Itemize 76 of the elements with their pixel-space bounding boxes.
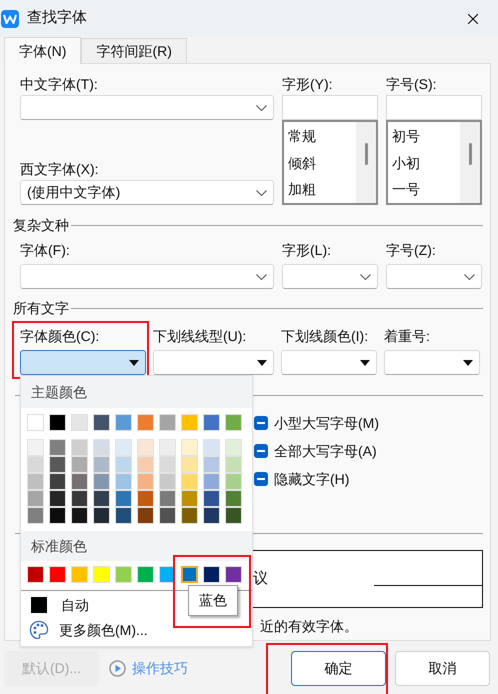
field-label: 字体(F): bbox=[20, 240, 70, 260]
dropdown-arrow-icon bbox=[360, 360, 370, 366]
color-swatch[interactable] bbox=[49, 566, 66, 583]
color-swatch[interactable] bbox=[27, 566, 44, 583]
color-swatch[interactable] bbox=[115, 414, 132, 431]
color-swatch[interactable] bbox=[93, 414, 110, 431]
color-swatch[interactable] bbox=[181, 566, 198, 583]
color-swatch[interactable] bbox=[71, 566, 88, 583]
tooltip: 蓝色 bbox=[188, 585, 238, 616]
section-title: 复杂文种 bbox=[13, 216, 69, 234]
note-text: 近的有效字体。 bbox=[260, 616, 358, 636]
popup-section-title: 标准颜色 bbox=[31, 536, 87, 556]
color-swatch[interactable] bbox=[159, 414, 176, 431]
list-item[interactable]: 初号 bbox=[391, 123, 460, 150]
checkbox-label: 隐藏文字(H) bbox=[274, 470, 350, 489]
checkbox-label: 小型大写字母(M) bbox=[274, 414, 379, 433]
field-label: 西文字体(X): bbox=[20, 160, 99, 179]
color-swatch[interactable] bbox=[225, 414, 242, 431]
field-label: 着重号: bbox=[384, 326, 430, 346]
color-swatch[interactable] bbox=[31, 597, 47, 613]
text-field[interactable] bbox=[282, 95, 378, 120]
list-item[interactable]: 一号 bbox=[391, 176, 460, 204]
list-item[interactable]: 倾斜 bbox=[287, 150, 356, 176]
color-swatch[interactable] bbox=[93, 566, 110, 583]
field-label: 下划线颜色(I): bbox=[281, 326, 368, 346]
list-item[interactable]: 常规 bbox=[287, 123, 356, 150]
section-title: 所有文字 bbox=[13, 298, 69, 318]
chevron-down-icon bbox=[464, 274, 475, 280]
list-item[interactable]: 小初 bbox=[391, 150, 460, 176]
field-label: 字形(Y): bbox=[282, 74, 333, 94]
dialog-button[interactable]: 取消 bbox=[395, 650, 490, 686]
dropdown-field[interactable] bbox=[20, 350, 146, 375]
field-label: 字号(Z): bbox=[386, 240, 436, 260]
dropdown-arrow-icon bbox=[463, 360, 473, 366]
chevron-down-icon bbox=[256, 190, 267, 196]
list-item[interactable]: 加粗 bbox=[287, 176, 356, 204]
preview-text: 议 bbox=[253, 568, 268, 589]
field-label: 字体颜色(C): bbox=[20, 326, 100, 346]
text-field[interactable] bbox=[386, 95, 482, 120]
palette-icon bbox=[29, 620, 49, 640]
checkbox[interactable] bbox=[254, 472, 268, 486]
field-label: 字号(S): bbox=[386, 74, 437, 94]
dropdown-field[interactable]: (使用中文字体) bbox=[20, 180, 274, 205]
window-title: 查找字体 bbox=[27, 8, 87, 28]
chevron-down-icon bbox=[256, 274, 267, 280]
tab[interactable]: 字体(N) bbox=[4, 37, 82, 64]
checkbox-label: 全部大写字母(A) bbox=[274, 442, 377, 461]
field-label: 下划线线型(U): bbox=[153, 326, 246, 346]
dropdown-arrow-icon bbox=[129, 360, 139, 366]
chevron-down-icon bbox=[256, 104, 267, 110]
color-swatch[interactable] bbox=[27, 414, 44, 431]
dropdown-arrow-icon bbox=[257, 360, 267, 366]
field-label: 中文字体(T): bbox=[20, 74, 98, 94]
color-swatch[interactable] bbox=[203, 414, 220, 431]
menu-item[interactable]: 更多颜色(M)... bbox=[59, 620, 148, 640]
color-swatch[interactable] bbox=[49, 414, 66, 431]
tab[interactable]: 字符间距(R) bbox=[81, 38, 187, 63]
scrollbar-thumb[interactable] bbox=[364, 143, 368, 165]
dialog-button[interactable]: 确定 bbox=[291, 650, 386, 686]
color-swatch[interactable] bbox=[181, 414, 198, 431]
field-value: (使用中文字体) bbox=[27, 183, 120, 202]
menu-item[interactable]: 自动 bbox=[61, 594, 89, 616]
color-swatch[interactable] bbox=[115, 566, 132, 583]
chevron-down-icon bbox=[360, 274, 371, 280]
app-logo-icon bbox=[1, 10, 19, 28]
color-swatch[interactable] bbox=[203, 566, 220, 583]
play-icon bbox=[109, 660, 126, 676]
checkbox[interactable] bbox=[254, 416, 268, 430]
color-swatch[interactable] bbox=[225, 566, 242, 583]
color-swatch[interactable] bbox=[137, 414, 154, 431]
field-label: 字形(L): bbox=[282, 240, 331, 260]
checkbox[interactable] bbox=[254, 444, 268, 458]
color-swatch[interactable] bbox=[137, 566, 154, 583]
color-swatch[interactable] bbox=[71, 414, 88, 431]
popup-section-title: 主题颜色 bbox=[31, 382, 87, 402]
scrollbar-thumb[interactable] bbox=[468, 143, 472, 165]
